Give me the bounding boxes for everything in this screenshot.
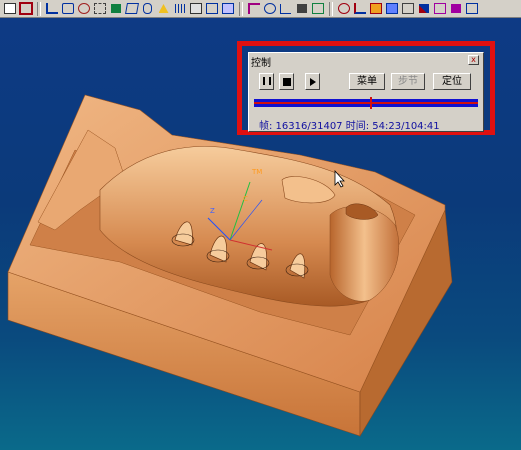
simulate-icon[interactable] xyxy=(416,2,431,16)
step-button[interactable]: 步节 xyxy=(391,73,425,90)
layer-icon[interactable] xyxy=(188,2,203,16)
view-icon[interactable] xyxy=(294,2,309,16)
path-icon[interactable] xyxy=(400,2,415,16)
fit-icon[interactable] xyxy=(92,2,107,16)
rotate-icon[interactable] xyxy=(262,2,277,16)
point-icon[interactable] xyxy=(336,2,351,16)
measure-icon[interactable] xyxy=(60,2,75,16)
slider-track-bottom xyxy=(254,104,478,107)
toolbar-separator xyxy=(37,1,41,16)
display-icon[interactable] xyxy=(204,2,219,16)
cylinder-icon[interactable] xyxy=(140,2,155,16)
slider-thumb[interactable] xyxy=(370,97,373,109)
check-icon[interactable] xyxy=(432,2,447,16)
panel-title: 控制 xyxy=(251,58,271,69)
axis-label-z: Z xyxy=(210,207,215,215)
sheet-icon[interactable] xyxy=(108,2,123,16)
cut-icon[interactable] xyxy=(368,2,383,16)
tool-icon[interactable] xyxy=(384,2,399,16)
select-icon[interactable] xyxy=(18,2,33,16)
ruler-icon[interactable] xyxy=(44,2,59,16)
step-forward-icon xyxy=(309,78,316,86)
progress-slider[interactable] xyxy=(254,97,478,109)
flag-icon[interactable] xyxy=(448,2,463,16)
close-icon[interactable]: x xyxy=(468,55,479,65)
plane-icon[interactable] xyxy=(156,2,171,16)
mouse-cursor-icon xyxy=(334,170,345,188)
zoom-icon[interactable] xyxy=(76,2,91,16)
pause-icon xyxy=(262,77,271,85)
grid-icon[interactable] xyxy=(172,2,187,16)
export-icon[interactable] xyxy=(464,2,479,16)
pan-icon[interactable] xyxy=(278,2,293,16)
locate-button[interactable]: 定位 xyxy=(433,73,471,90)
playback-control-panel: 控制 x 菜单 步节 定位 帧: 16316/31407 时间: 54:23/1… xyxy=(248,52,484,132)
toolbar-separator xyxy=(329,1,333,16)
axis-label-c: C xyxy=(243,195,248,203)
stop-icon xyxy=(282,78,291,86)
snap-icon[interactable] xyxy=(310,2,325,16)
pause-button[interactable] xyxy=(259,73,274,90)
cube-icon[interactable] xyxy=(124,2,139,16)
file-icon[interactable] xyxy=(2,2,17,16)
move-icon[interactable] xyxy=(246,2,261,16)
main-toolbar xyxy=(0,0,521,18)
stop-button[interactable] xyxy=(279,73,294,90)
frame-time-status: 帧: 16316/31407 时间: 54:23/104:41 xyxy=(259,121,440,132)
step-forward-button[interactable] xyxy=(305,73,320,90)
toolbar-separator xyxy=(239,1,243,16)
axis-label-tm: TM xyxy=(252,168,263,176)
axis-icon[interactable] xyxy=(352,2,367,16)
menu-button[interactable]: 菜单 xyxy=(349,73,385,90)
shade-icon[interactable] xyxy=(220,2,235,16)
